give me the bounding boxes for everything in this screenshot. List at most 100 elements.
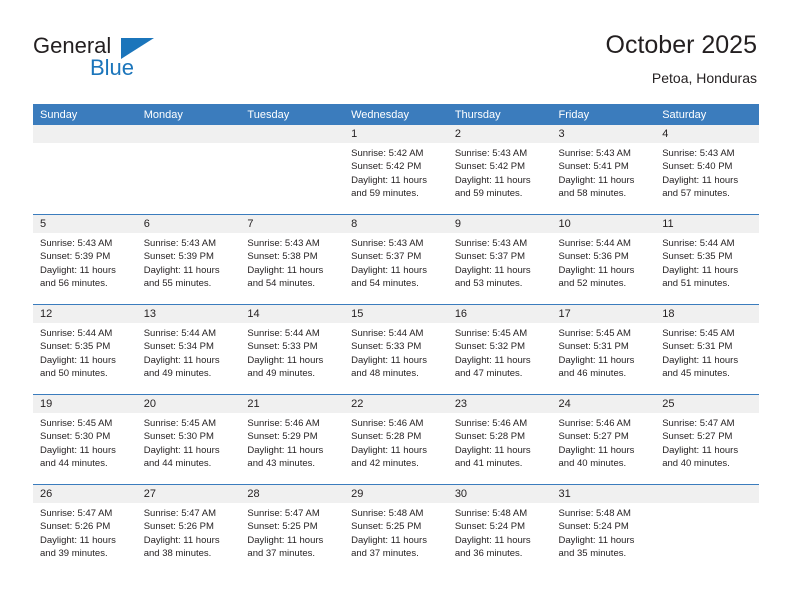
calendar-day-cell[interactable]: 7 Sunrise: 5:43 AM Sunset: 5:38 PM Daylight…	[240, 214, 345, 305]
sunrise-text: Sunrise: 5:45 AM	[143, 418, 217, 429]
day-details: Sunrise: 5:45 AM Sunset: 5:31 PM Daylight:…	[552, 323, 656, 380]
calendar-day-cell[interactable]: 26 Sunrise: 5:47 AM Sunset: 5:26 PM Dayligh…	[33, 484, 137, 574]
sunset-text: Sunset: 5:34 PM	[143, 341, 214, 353]
day-details: Sunrise: 5:44 AM Sunset: 5:33 PM Daylight:…	[240, 323, 344, 380]
sunset-text: Sunset: 5:42 PM	[351, 161, 422, 173]
daylight-text-line2: and 49 minutes.	[247, 367, 316, 379]
page-subtitle: Petoa, Honduras	[651, 70, 757, 86]
day-details: Sunrise: 5:45 AM Sunset: 5:30 PM Daylight:…	[33, 413, 137, 470]
calendar-day-cell[interactable]: 14 Sunrise: 5:44 AM Sunset: 5:33 PM Dayligh…	[240, 304, 345, 395]
daylight-text-line1: Daylight: 11 hours	[558, 444, 635, 456]
sunset-text: Sunset: 5:24 PM	[558, 521, 629, 533]
calendar-day-cell[interactable]: 11 Sunrise: 5:44 AM Sunset: 5:35 PM Dayligh…	[655, 214, 759, 305]
sunrise-text: Sunrise: 5:43 AM	[351, 238, 424, 249]
brand-logo[interactable]: General Blue	[33, 33, 163, 85]
calendar-day-cell[interactable]: 21 Sunrise: 5:46 AM Sunset: 5:29 PM Dayligh…	[240, 394, 345, 485]
calendar-body: 1 Sunrise: 5:42 AM Sunset: 5:42 PM Daylight…	[33, 125, 759, 574]
calendar-day-cell[interactable]: 27 Sunrise: 5:47 AM Sunset: 5:26 PM Dayligh…	[136, 484, 241, 574]
daylight-text-line1: Daylight: 11 hours	[662, 354, 739, 366]
calendar-week-row: 1 Sunrise: 5:42 AM Sunset: 5:42 PM Daylight…	[33, 125, 759, 215]
calendar-day-cell[interactable]: 25 Sunrise: 5:47 AM Sunset: 5:27 PM Dayligh…	[655, 394, 759, 485]
calendar-day-cell[interactable]: 28 Sunrise: 5:47 AM Sunset: 5:25 PM Dayligh…	[240, 484, 345, 574]
daylight-text-line1: Daylight: 11 hours	[247, 354, 324, 366]
day-details: Sunrise: 5:47 AM Sunset: 5:25 PM Daylight:…	[240, 503, 344, 560]
weekday-header-saturday: Saturday	[655, 104, 759, 125]
calendar-day-cell[interactable]: 3 Sunrise: 5:43 AM Sunset: 5:41 PM Daylight…	[551, 125, 656, 215]
day-number: 1	[344, 125, 448, 143]
day-details: Sunrise: 5:44 AM Sunset: 5:34 PM Daylight:…	[137, 323, 241, 380]
calendar-day-cell[interactable]: 23 Sunrise: 5:46 AM Sunset: 5:28 PM Dayligh…	[447, 394, 552, 485]
calendar-day-cell[interactable]: 9 Sunrise: 5:43 AM Sunset: 5:37 PM Daylight…	[447, 214, 552, 305]
calendar-day-cell[interactable]: 1 Sunrise: 5:42 AM Sunset: 5:42 PM Daylight…	[344, 125, 448, 215]
daylight-text-line1: Daylight: 11 hours	[351, 174, 427, 186]
calendar-day-cell[interactable]: 30 Sunrise: 5:48 AM Sunset: 5:24 PM Dayligh…	[447, 484, 552, 574]
day-number: 21	[240, 395, 345, 413]
daylight-text-line2: and 53 minutes.	[454, 277, 523, 289]
day-details: Sunrise: 5:44 AM Sunset: 5:36 PM Daylight:…	[552, 233, 656, 290]
daylight-text-line2: and 56 minutes.	[40, 277, 108, 289]
calendar-day-cell[interactable]: 6 Sunrise: 5:43 AM Sunset: 5:39 PM Daylight…	[136, 214, 241, 305]
daylight-text-line2: and 43 minutes.	[247, 457, 316, 469]
calendar-day-cell[interactable]: 15 Sunrise: 5:44 AM Sunset: 5:33 PM Dayligh…	[344, 304, 448, 395]
sunset-text: Sunset: 5:29 PM	[247, 431, 318, 443]
calendar-day-cell[interactable]: 18 Sunrise: 5:45 AM Sunset: 5:31 PM Dayligh…	[655, 304, 759, 395]
sunset-text: Sunset: 5:27 PM	[558, 431, 629, 443]
daylight-text-line2: and 59 minutes.	[454, 187, 523, 199]
day-details: Sunrise: 5:43 AM Sunset: 5:37 PM Daylight:…	[448, 233, 552, 290]
calendar-week-row: 19 Sunrise: 5:45 AM Sunset: 5:30 PM Dayligh…	[33, 394, 759, 485]
day-number: 8	[344, 215, 448, 233]
calendar-day-cell[interactable]: 12 Sunrise: 5:44 AM Sunset: 5:35 PM Dayligh…	[33, 304, 137, 395]
sunrise-text: Sunrise: 5:46 AM	[454, 418, 528, 429]
calendar-page: General Blue October 2025 Petoa, Hondura…	[0, 0, 792, 612]
daylight-text-line2: and 57 minutes.	[662, 187, 730, 199]
sunrise-text: Sunrise: 5:46 AM	[558, 418, 631, 429]
calendar-day-cell[interactable]: 4 Sunrise: 5:43 AM Sunset: 5:40 PM Daylight…	[655, 125, 759, 215]
calendar-day-cell[interactable]: 5 Sunrise: 5:43 AM Sunset: 5:39 PM Daylight…	[33, 214, 137, 305]
sunset-text: Sunset: 5:25 PM	[351, 521, 422, 533]
sunset-text: Sunset: 5:30 PM	[143, 431, 214, 443]
calendar-day-cell[interactable]: 13 Sunrise: 5:44 AM Sunset: 5:34 PM Dayligh…	[136, 304, 241, 395]
calendar-day-cell[interactable]: 24 Sunrise: 5:46 AM Sunset: 5:27 PM Dayligh…	[551, 394, 656, 485]
day-details: Sunrise: 5:43 AM Sunset: 5:37 PM Daylight:…	[344, 233, 448, 290]
day-number: 28	[240, 485, 345, 503]
sunset-text: Sunset: 5:30 PM	[40, 431, 111, 443]
sunset-text: Sunset: 5:35 PM	[662, 251, 733, 263]
daylight-text-line1: Daylight: 11 hours	[40, 444, 116, 456]
daylight-text-line2: and 40 minutes.	[662, 457, 730, 469]
day-number	[655, 485, 759, 503]
calendar-day-cell[interactable]: 17 Sunrise: 5:45 AM Sunset: 5:31 PM Dayligh…	[551, 304, 656, 395]
calendar-day-cell[interactable]: 29 Sunrise: 5:48 AM Sunset: 5:25 PM Dayligh…	[344, 484, 448, 574]
day-details: Sunrise: 5:46 AM Sunset: 5:28 PM Daylight:…	[344, 413, 448, 470]
daylight-text-line2: and 44 minutes.	[143, 457, 212, 469]
calendar-day-cell[interactable]: 8 Sunrise: 5:43 AM Sunset: 5:37 PM Daylight…	[344, 214, 448, 305]
sunrise-text: Sunrise: 5:44 AM	[351, 328, 424, 339]
sunrise-text: Sunrise: 5:44 AM	[40, 328, 113, 339]
day-details: Sunrise: 5:44 AM Sunset: 5:33 PM Daylight:…	[344, 323, 448, 380]
title-block: October 2025 Petoa, Honduras	[606, 30, 758, 88]
calendar-day-cell[interactable]: 20 Sunrise: 5:45 AM Sunset: 5:30 PM Dayligh…	[136, 394, 241, 485]
calendar-day-cell[interactable]: 16 Sunrise: 5:45 AM Sunset: 5:32 PM Dayligh…	[447, 304, 552, 395]
calendar-day-cell[interactable]: 10 Sunrise: 5:44 AM Sunset: 5:36 PM Dayligh…	[551, 214, 656, 305]
day-number: 31	[551, 485, 656, 503]
daylight-text-line2: and 46 minutes.	[558, 367, 627, 379]
calendar-day-cell[interactable]: 2 Sunrise: 5:43 AM Sunset: 5:42 PM Daylight…	[447, 125, 552, 215]
day-details: Sunrise: 5:43 AM Sunset: 5:39 PM Daylight:…	[33, 233, 137, 290]
calendar-week-row: 26 Sunrise: 5:47 AM Sunset: 5:26 PM Dayligh…	[33, 484, 759, 574]
daylight-text-line1: Daylight: 11 hours	[351, 534, 427, 546]
day-details: Sunrise: 5:46 AM Sunset: 5:28 PM Daylight:…	[448, 413, 552, 470]
calendar-day-cell[interactable]: 31 Sunrise: 5:48 AM Sunset: 5:24 PM Dayligh…	[551, 484, 656, 574]
daylight-text-line1: Daylight: 11 hours	[454, 174, 531, 186]
daylight-text-line1: Daylight: 11 hours	[351, 354, 427, 366]
sunset-text: Sunset: 5:42 PM	[454, 161, 526, 173]
day-number: 20	[136, 395, 241, 413]
daylight-text-line1: Daylight: 11 hours	[662, 264, 739, 276]
daylight-text-line1: Daylight: 11 hours	[351, 264, 427, 276]
day-number: 4	[655, 125, 759, 143]
calendar-day-cell[interactable]: 22 Sunrise: 5:46 AM Sunset: 5:28 PM Dayligh…	[344, 394, 448, 485]
calendar-day-cell[interactable]: 19 Sunrise: 5:45 AM Sunset: 5:30 PM Dayligh…	[33, 394, 137, 485]
sunrise-text: Sunrise: 5:43 AM	[247, 238, 320, 249]
day-number: 15	[344, 305, 448, 323]
daylight-text-line2: and 54 minutes.	[247, 277, 316, 289]
day-details: Sunrise: 5:43 AM Sunset: 5:40 PM Daylight:…	[655, 143, 759, 200]
day-number: 29	[344, 485, 448, 503]
